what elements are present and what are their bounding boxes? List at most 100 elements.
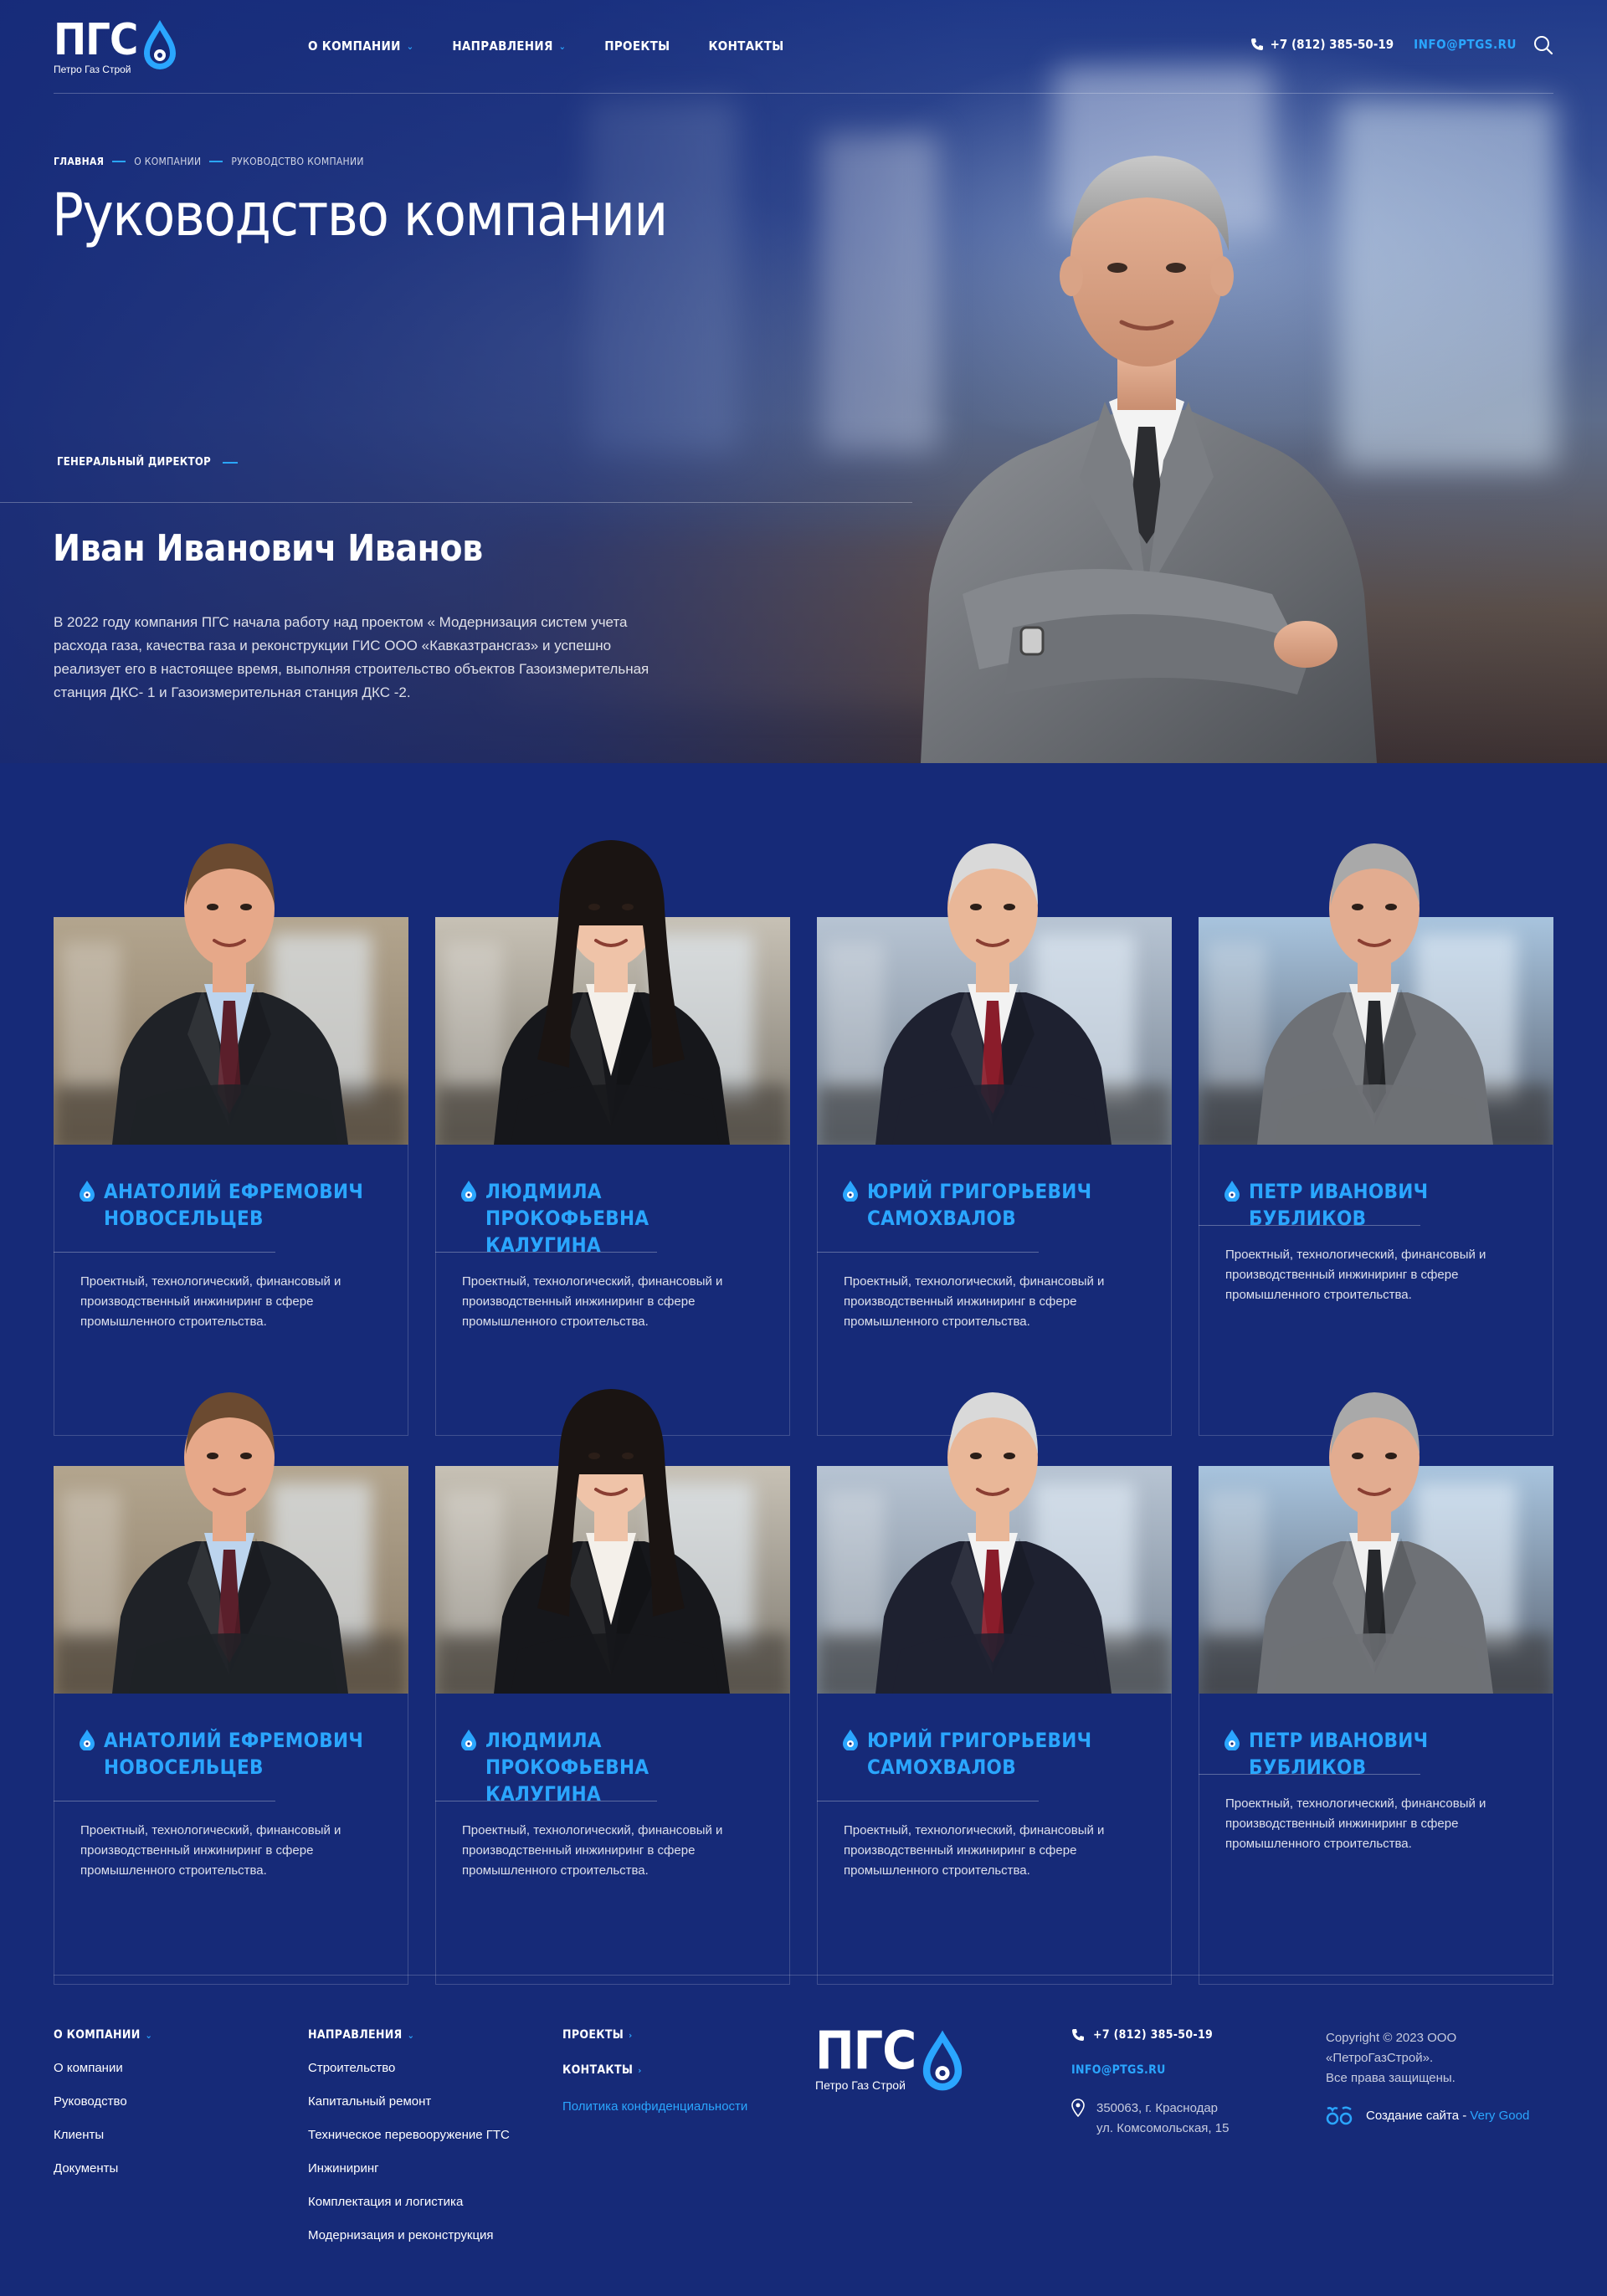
footer-directions-heading[interactable]: НАПРАВЛЕНИЯ ⌄ [308, 2028, 510, 2042]
copyright-line-1: Copyright © 2023 ООО [1326, 2031, 1457, 2045]
footer-heading-label: О КОМПАНИИ [54, 2028, 141, 2042]
footer-email-link[interactable]: INFO@PTGS.RU [1071, 2063, 1229, 2077]
chevron-down-icon: ⌄ [558, 40, 567, 52]
header-email-link[interactable]: INFO@PTGS.RU [1414, 37, 1517, 52]
search-icon[interactable] [1533, 35, 1553, 55]
breadcrumb-home[interactable]: ГЛАВНАЯ [54, 156, 104, 167]
card-divider [1199, 1225, 1420, 1226]
team-member-photo [112, 1392, 348, 1694]
nav-label: КОНТАКТЫ [708, 38, 784, 54]
header-divider [54, 93, 1553, 94]
flame-drop-icon [843, 1730, 858, 1750]
nav-directions[interactable]: НАПРАВЛЕНИЯ ⌄ [452, 38, 566, 54]
footer-link[interactable]: О компании [54, 2060, 152, 2077]
footer-logo[interactable]: ПГС Петро Газ Строй [815, 2025, 964, 2094]
nav-projects[interactable]: ПРОЕКТЫ [604, 38, 670, 54]
footer-link[interactable]: Модернизация и реконструкция [308, 2227, 510, 2244]
team-member-description: Проектный, технологический, финансовый и… [462, 1274, 723, 1329]
footer-divider [54, 1975, 1553, 1976]
footer-link[interactable]: Техническое перевооружение ГТС [308, 2127, 510, 2144]
card-divider [435, 1252, 657, 1253]
footer-col-copyright: Copyright © 2023 ООО «ПетроГазСтрой». Вс… [1326, 2028, 1529, 2127]
footer-link[interactable]: Строительство [308, 2060, 510, 2077]
nav-label: О КОМПАНИИ [308, 38, 401, 54]
breadcrumb-separator [112, 161, 126, 162]
team-member-name[interactable]: Петр Иванович Бубликов [1249, 1178, 1533, 1232]
footer-projects-link[interactable]: ПРОЕКТЫ › [562, 2028, 747, 2042]
footer-link[interactable]: Руководство [54, 2094, 152, 2110]
header-phone-link[interactable]: +7 (812) 385-50-19 [1250, 37, 1394, 52]
footer-link[interactable]: Документы [54, 2160, 152, 2177]
nav-label: НАПРАВЛЕНИЯ [452, 38, 553, 54]
footer-contacts-label: КОНТАКТЫ [562, 2063, 634, 2077]
nav-about[interactable]: О КОМПАНИИ ⌄ [308, 38, 413, 54]
team-member-description: Проектный, технологический, финансовый и… [1225, 1248, 1486, 1302]
director-name: Иван Иванович Иванов [53, 527, 483, 570]
team-member-description: Проектный, технологический, финансовый и… [844, 1274, 1105, 1329]
nav-contacts[interactable]: КОНТАКТЫ [708, 38, 783, 54]
footer-contacts-link[interactable]: КОНТАКТЫ › [562, 2063, 747, 2077]
footer-projects-label: ПРОЕКТЫ [562, 2028, 624, 2042]
team-member-card[interactable]: Петр Иванович Бубликов Проектный, технол… [1199, 843, 1553, 1436]
flame-drop-icon [461, 1181, 476, 1202]
team-member-name[interactable]: Людмила Прокофьевна Калугина [485, 1727, 770, 1807]
hero-section: ПГС Петро Газ Строй О КОМПАНИИ ⌄ НАПРАВЛЕ… [0, 0, 1607, 763]
team-member-card[interactable]: Людмила Прокофьевна Калугина Проектный, … [435, 840, 790, 1436]
team-member-card[interactable]: Людмила Прокофьевна Калугина Проектный, … [435, 1389, 790, 1985]
breadcrumb-about[interactable]: О КОМПАНИИ [134, 156, 201, 167]
footer-about-heading[interactable]: О КОМПАНИИ ⌄ [54, 2028, 152, 2042]
chevron-down-icon: ⌄ [145, 2029, 153, 2041]
footer-link[interactable]: Инжиниринг [308, 2160, 510, 2177]
footer-phone-link[interactable]: +7 (812) 385-50-19 [1071, 2028, 1229, 2042]
team-member-name[interactable]: Петр Иванович Бубликов [1249, 1727, 1533, 1781]
footer-privacy-link[interactable]: Политика конфиденциальности [562, 2099, 747, 2115]
team-member-photo [494, 840, 730, 1145]
footer-address: 350063, г. Краснодар ул. Комсомольская, … [1071, 2099, 1229, 2139]
team-member-description: Проектный, технологический, финансовый и… [844, 1823, 1105, 1878]
team-member-name[interactable]: Анатолий Ефремович Новосельцев [104, 1727, 388, 1781]
team-member-name[interactable]: Анатолий Ефремович Новосельцев [104, 1178, 388, 1232]
team-member-card[interactable]: Юрий Григорьевич Самохвалов Проектный, т… [817, 1392, 1172, 1985]
team-member-card[interactable]: Юрий Григорьевич Самохвалов Проектный, т… [817, 843, 1172, 1436]
flame-drop-icon [843, 1181, 858, 1202]
phone-icon [1072, 2029, 1084, 2041]
page-title: Руководство компании [52, 181, 668, 249]
nav-label: ПРОЕКТЫ [604, 38, 670, 54]
copyright-line-2: «ПетроГазСтрой». [1326, 2051, 1434, 2065]
footer-heading-label: НАПРАВЛЕНИЯ [308, 2028, 403, 2042]
breadcrumb: ГЛАВНАЯ О КОМПАНИИ РУКОВОДСТВО КОМПАНИИ [54, 156, 364, 167]
made-by-link[interactable]: Very Good [1470, 2109, 1529, 2123]
footer-link[interactable]: Капитальный ремонт [308, 2094, 510, 2110]
footer-col-directions: НАПРАВЛЕНИЯ ⌄ Строительство Капитальный ре… [308, 2028, 510, 2261]
footer-col-about: О КОМПАНИИ ⌄ О компании Руководство Клиенты… [54, 2028, 152, 2194]
team-member-description: Проектный, технологический, финансовый и… [1225, 1796, 1486, 1851]
team-member-card[interactable]: Анатолий Ефремович Новосельцев Проектный… [54, 1392, 408, 1985]
logo-subtitle: Петро Газ Строй [54, 64, 131, 75]
address-line-1: 350063, г. Краснодар [1096, 2101, 1219, 2115]
chevron-down-icon: ⌄ [407, 2029, 415, 2041]
logo[interactable]: ПГС Петро Газ Строй [54, 18, 177, 75]
footer-phone: +7 (812) 385-50-19 [1093, 2028, 1214, 2042]
team-member-name[interactable]: Людмила Прокофьевна Калугина [485, 1178, 770, 1258]
footer-link[interactable]: Комплектация и логистика [308, 2194, 510, 2211]
team-member-photo [875, 1392, 1112, 1694]
made-by: Создание сайта - Very Good [1326, 2105, 1529, 2127]
team-member-name[interactable]: Юрий Григорьевич Самохвалов [867, 1727, 1152, 1781]
team-member-photo [875, 843, 1112, 1145]
team-member-photo [1257, 843, 1493, 1145]
footer-link[interactable]: Клиенты [54, 2127, 152, 2144]
phone-icon [1250, 38, 1263, 50]
team-member-description: Проектный, технологический, финансовый и… [80, 1823, 341, 1878]
team-member-description: Проектный, технологический, финансовый и… [80, 1274, 341, 1329]
team-member-name[interactable]: Юрий Григорьевич Самохвалов [867, 1178, 1152, 1232]
flame-drop-icon [923, 2030, 963, 2091]
team-member-card[interactable]: Анатолий Ефремович Новосельцев Проектный… [54, 843, 408, 1436]
logo-subtitle: Петро Газ Строй [815, 2078, 906, 2092]
flame-drop-icon [1225, 1730, 1240, 1750]
flame-drop-icon [1225, 1181, 1240, 1202]
team-member-card[interactable]: Петр Иванович Бубликов Проектный, технол… [1199, 1392, 1553, 1985]
flame-drop-icon [144, 20, 177, 69]
flame-drop-icon [80, 1181, 95, 1202]
card-divider [54, 1252, 275, 1253]
logo-wordmark: ПГС [54, 15, 138, 65]
